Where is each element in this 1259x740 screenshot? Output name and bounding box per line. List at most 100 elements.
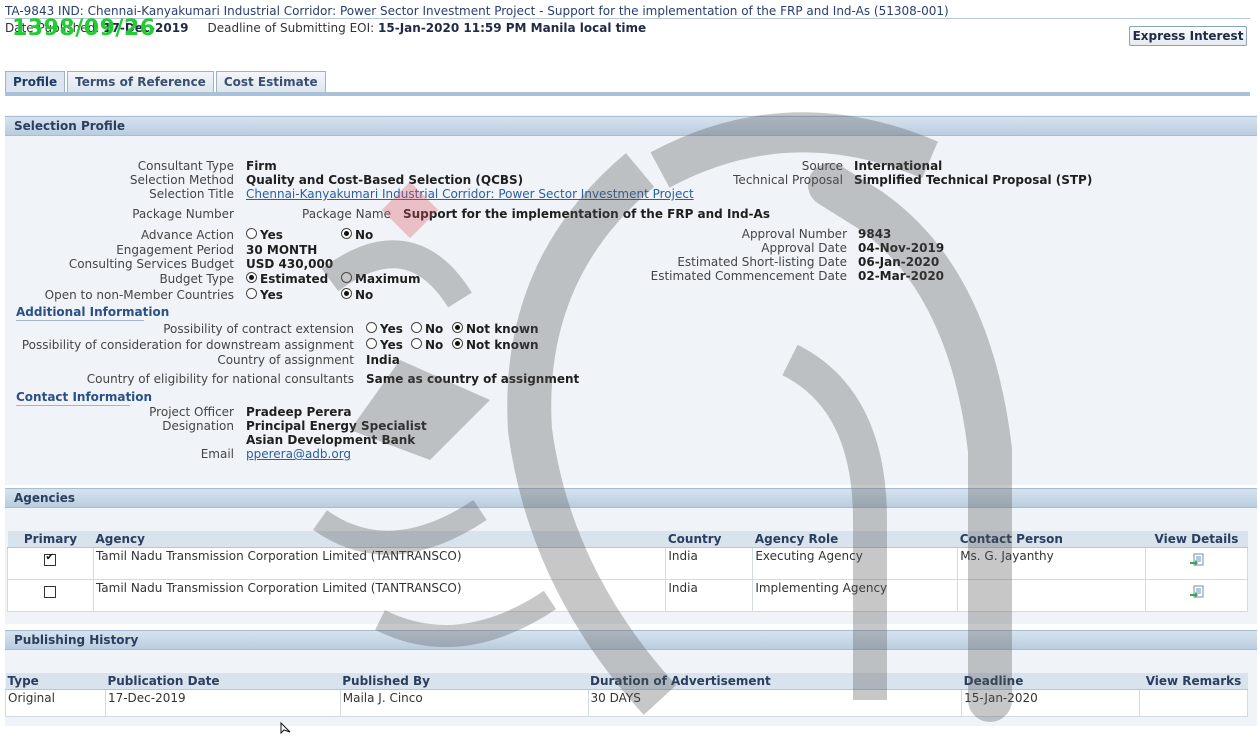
radio-icon xyxy=(366,322,377,333)
option-label: Maximum xyxy=(355,272,421,286)
extension-not-known[interactable]: Not known xyxy=(452,322,539,336)
downstream-not-known[interactable]: Not known xyxy=(452,338,539,352)
view-details-icon[interactable] xyxy=(1189,553,1204,567)
selection-title-link[interactable]: Chennai-Kanyakumari Industrial Corridor:… xyxy=(246,187,694,201)
country-assignment-value: India xyxy=(366,353,400,367)
radio-icon xyxy=(246,228,257,239)
mouse-cursor-icon xyxy=(280,722,291,734)
engagement-period-value: 30 MONTH xyxy=(246,243,318,257)
date-stamp: 1398/09/26 xyxy=(12,16,156,41)
package-name-value: Support for the implementation of the FR… xyxy=(403,207,770,221)
type-cell: Original xyxy=(5,689,106,717)
eligibility-label: Country of eligibility for national cons… xyxy=(86,372,354,386)
approval-number-label: Approval Number xyxy=(741,227,847,241)
tab-terms-of-reference[interactable]: Terms of Reference xyxy=(67,71,214,93)
column-header: Contact Person xyxy=(957,531,1146,548)
radio-icon xyxy=(411,338,422,349)
open-non-member-no[interactable]: No xyxy=(341,288,373,302)
option-label: No xyxy=(355,228,374,242)
option-label: Yes xyxy=(260,228,283,242)
extension-yes[interactable]: Yes xyxy=(366,322,403,336)
advance-action-no[interactable]: No xyxy=(341,228,373,242)
shortlisting-date-label: Estimated Short-listing Date xyxy=(677,255,847,269)
primary-cell xyxy=(7,579,94,612)
view-remarks-cell xyxy=(1139,689,1248,717)
column-header: Deadline xyxy=(961,673,1140,690)
column-header: Published By xyxy=(340,673,588,690)
column-header: Agency xyxy=(93,531,666,548)
contact-cell xyxy=(957,579,1147,612)
option-label: No xyxy=(425,338,444,352)
agency-cell: Tamil Nadu Transmission Corporation Limi… xyxy=(92,547,667,580)
open-non-member-yes[interactable]: Yes xyxy=(246,288,283,302)
technical-proposal-label: Technical Proposal xyxy=(733,173,843,187)
radio-icon xyxy=(366,338,377,349)
express-interest-button[interactable]: Express Interest xyxy=(1129,26,1247,46)
contact-cell: Ms. G. Jayanthy xyxy=(957,547,1147,580)
deadline-label: Deadline of Submitting EOI: xyxy=(207,21,375,35)
budget-type-maximum[interactable]: Maximum xyxy=(341,272,420,286)
shortlisting-date-value: 06-Jan-2020 xyxy=(858,255,940,269)
publishing-table: Type Publication Date Published By Durat… xyxy=(5,673,1248,717)
downstream-label: Possibility of consideration for downstr… xyxy=(21,338,354,352)
column-header: Country xyxy=(665,531,753,548)
radio-selected-icon xyxy=(246,272,257,283)
designation-value: Principal Energy Specialist xyxy=(246,419,427,433)
option-label: Estimated xyxy=(260,272,329,286)
agencies-header: Agencies xyxy=(5,488,1257,508)
additional-information-heading: Additional Information xyxy=(16,305,170,321)
advance-action-yes[interactable]: Yes xyxy=(246,228,283,242)
published-by-cell: Maila J. Cinco xyxy=(339,689,589,717)
country-assignment-label: Country of assignment xyxy=(217,353,354,367)
agencies-table: Primary Agency Country Agency Role Conta… xyxy=(7,531,1248,612)
option-label: Not known xyxy=(466,338,539,352)
tab-cost-estimate[interactable]: Cost Estimate xyxy=(215,71,326,93)
package-number-label: Package Number xyxy=(132,207,234,221)
eligibility-value: Same as country of assignment xyxy=(366,372,580,386)
project-officer-value: Pradeep Perera xyxy=(246,405,352,419)
table-row: Tamil Nadu Transmission Corporation Limi… xyxy=(7,579,1248,612)
option-label: No xyxy=(425,322,444,336)
option-label: No xyxy=(355,288,374,302)
selection-method-value: Quality and Cost-Based Selection (QCBS) xyxy=(246,173,524,187)
primary-checkbox[interactable] xyxy=(44,552,57,566)
table-row: Original 17-Dec-2019 Maila J. Cinco 30 D… xyxy=(5,689,1248,717)
budget-type-label: Budget Type xyxy=(159,272,234,286)
selection-title-label: Selection Title xyxy=(149,187,234,201)
option-label: Yes xyxy=(260,288,283,302)
option-label: Yes xyxy=(380,322,403,336)
tab-profile[interactable]: Profile xyxy=(5,71,66,93)
tab-divider xyxy=(5,92,1250,96)
radio-icon xyxy=(341,272,352,283)
source-value: International xyxy=(854,159,943,173)
table-header-row: Primary Agency Country Agency Role Conta… xyxy=(7,531,1248,548)
approval-number-value: 9843 xyxy=(858,227,892,241)
view-details-cell xyxy=(1145,547,1248,580)
open-non-member-label: Open to non-Member Countries xyxy=(44,288,234,302)
downstream-no[interactable]: No xyxy=(411,338,443,352)
budget-type-estimated[interactable]: Estimated xyxy=(246,272,328,286)
technical-proposal-value: Simplified Technical Proposal (STP) xyxy=(854,173,1093,187)
column-header: Agency Role xyxy=(752,531,958,548)
publishing-history-header: Publishing History xyxy=(5,630,1257,650)
country-cell: India xyxy=(665,579,754,612)
role-cell: Executing Agency xyxy=(752,547,959,580)
consultant-type-label: Consultant Type xyxy=(137,159,234,173)
view-details-icon[interactable] xyxy=(1189,585,1204,599)
email-link[interactable]: pperera@adb.org xyxy=(246,447,351,461)
package-name-label: Package Name xyxy=(302,207,391,221)
table-row: Tamil Nadu Transmission Corporation Limi… xyxy=(7,547,1248,580)
extension-no[interactable]: No xyxy=(411,322,443,336)
email-label: Email xyxy=(200,447,234,461)
duration-cell: 30 DAYS xyxy=(587,689,963,717)
table-header-row: Type Publication Date Published By Durat… xyxy=(5,673,1248,690)
primary-cell xyxy=(7,547,94,580)
column-header: Duration of Advertisement xyxy=(588,673,962,690)
radio-icon xyxy=(246,288,257,299)
commencement-date-value: 02-Mar-2020 xyxy=(858,269,945,283)
downstream-yes[interactable]: Yes xyxy=(366,338,403,352)
option-label: Not known xyxy=(466,322,539,336)
column-header: Publication Date xyxy=(105,673,341,690)
primary-checkbox[interactable] xyxy=(44,586,57,598)
column-header: View Remarks xyxy=(1139,673,1248,690)
